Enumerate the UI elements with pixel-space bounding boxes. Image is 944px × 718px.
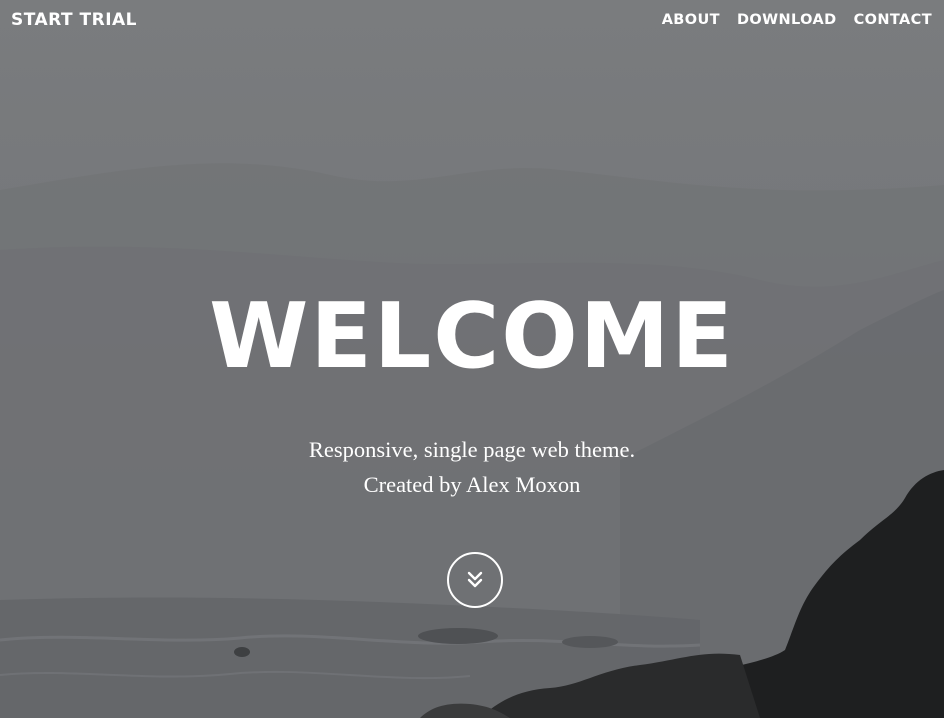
hero-tagline: Responsive, single page web theme. Creat…: [0, 432, 944, 502]
double-chevron-down-icon: [467, 571, 483, 588]
nav-link-download[interactable]: DOWNLOAD: [737, 12, 837, 28]
nav-menu: ABOUT DOWNLOAD CONTACT: [662, 11, 932, 29]
sea-rock: [234, 647, 250, 657]
nav-link-about[interactable]: ABOUT: [662, 12, 720, 28]
sea-rock: [418, 628, 498, 644]
tagline-line-2: Created by Alex Moxon: [363, 472, 581, 497]
nav-item-contact: CONTACT: [854, 11, 932, 29]
brand-link[interactable]: START TRIAL: [11, 10, 137, 30]
scroll-down-button[interactable]: [447, 552, 503, 608]
hero-heading: WELCOME: [209, 284, 735, 389]
tagline-line-1: Responsive, single page web theme.: [308, 437, 636, 462]
nav-link-contact[interactable]: CONTACT: [854, 12, 932, 28]
hero-section: START TRIAL ABOUT DOWNLOAD CONTACT WELCO…: [0, 0, 944, 718]
navbar: START TRIAL ABOUT DOWNLOAD CONTACT: [0, 0, 944, 42]
sea-rock: [562, 636, 618, 648]
nav-item-about: ABOUT: [662, 11, 720, 29]
nav-item-download: DOWNLOAD: [737, 11, 837, 29]
